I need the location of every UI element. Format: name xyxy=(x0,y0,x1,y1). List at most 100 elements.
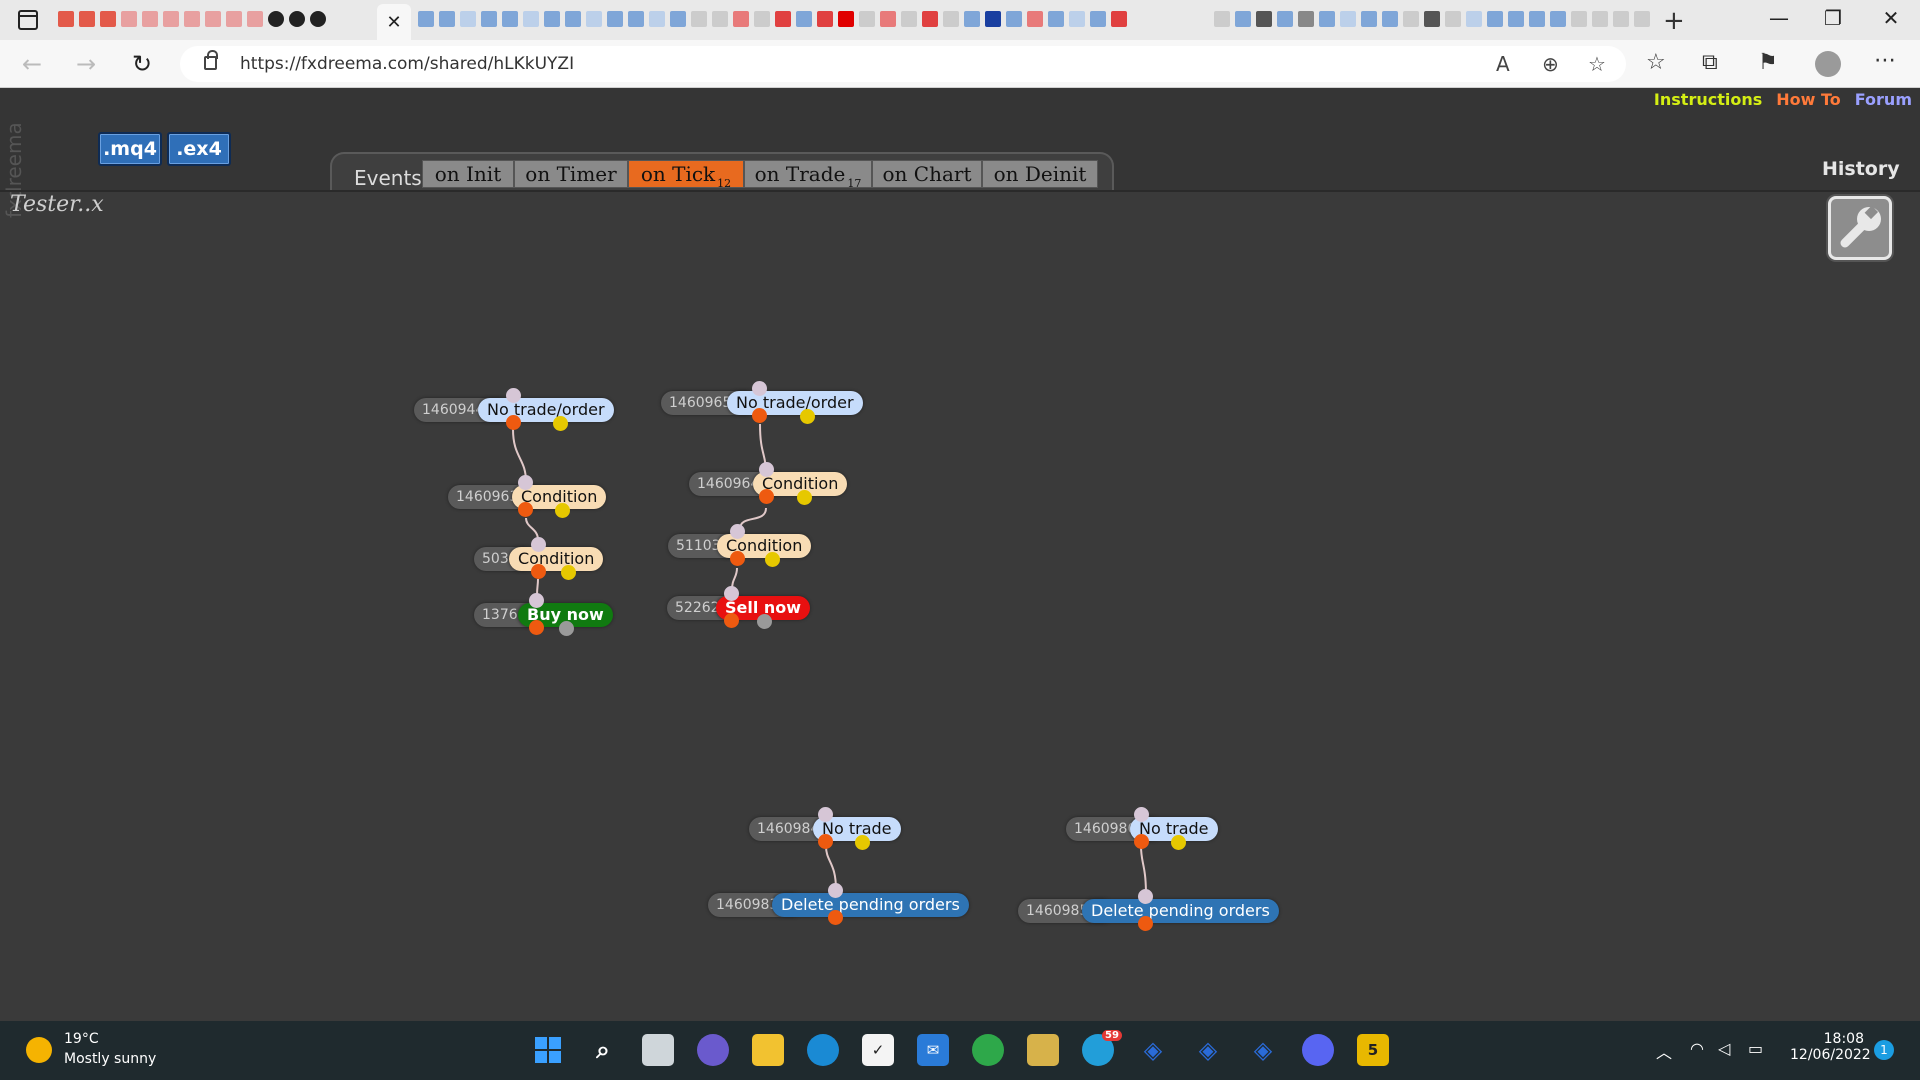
tab-favicon[interactable] xyxy=(710,8,730,30)
output-port-true[interactable] xyxy=(531,564,546,579)
tab-favicon[interactable] xyxy=(1401,8,1421,30)
tab-favicon[interactable] xyxy=(983,8,1003,30)
tab-favicon[interactable] xyxy=(752,8,772,30)
tab-favicon[interactable] xyxy=(161,8,181,30)
output-port-true[interactable] xyxy=(818,834,833,849)
block-1460983[interactable]: 1460983 Delete pending orders xyxy=(708,883,969,925)
output-port-true[interactable] xyxy=(752,408,767,423)
tab-favicon[interactable] xyxy=(203,8,223,30)
url-text[interactable]: https://fxdreema.com/shared/hLKkUYZI xyxy=(240,54,574,74)
app-icon[interactable]: ✓ xyxy=(862,1034,894,1066)
tab-favicon[interactable] xyxy=(584,8,604,30)
mail-icon[interactable]: ✉ xyxy=(917,1034,949,1066)
read-aloud-icon[interactable]: A xyxy=(1496,52,1510,76)
telegram-icon[interactable]: 59 xyxy=(1082,1030,1122,1066)
output-port-true[interactable] xyxy=(506,415,521,430)
tab-favicon[interactable] xyxy=(1527,8,1547,30)
block-1460963[interactable]: 1460963 Condition xyxy=(448,475,608,518)
teams-chat-icon[interactable] xyxy=(697,1034,729,1066)
back-icon[interactable]: ← xyxy=(22,50,42,78)
output-port-false[interactable] xyxy=(561,565,576,580)
output-port-true[interactable] xyxy=(759,489,774,504)
tab-favicon[interactable] xyxy=(1548,8,1568,30)
block-1460984[interactable]: 1460984 No trade xyxy=(749,807,901,850)
output-port[interactable] xyxy=(724,613,739,628)
metatrader-icon[interactable]: 5 xyxy=(1357,1034,1389,1066)
tab-favicon[interactable] xyxy=(77,8,97,30)
input-port[interactable] xyxy=(518,475,533,490)
lock-icon[interactable] xyxy=(204,50,218,70)
zoom-icon[interactable]: ⊕ xyxy=(1542,52,1559,76)
input-port[interactable] xyxy=(1134,807,1149,822)
weather-description[interactable]: Mostly sunny xyxy=(64,1051,156,1067)
tab-favicon[interactable] xyxy=(668,8,688,30)
url-field[interactable]: https://fxdreema.com/shared/hLKkUYZI A ⊕… xyxy=(180,46,1626,82)
output-port-error[interactable] xyxy=(559,621,574,636)
block-1460985[interactable]: 1460985 Delete pending orders xyxy=(1018,889,1279,931)
tab-favicon[interactable] xyxy=(920,8,940,30)
input-port[interactable] xyxy=(724,586,739,601)
extensions-icon[interactable]: ⚑ xyxy=(1758,50,1778,75)
tab-favicon[interactable] xyxy=(689,8,709,30)
tab-favicon[interactable] xyxy=(1233,8,1253,30)
battery-icon[interactable]: ▭ xyxy=(1748,1039,1763,1058)
profile-avatar[interactable] xyxy=(1815,51,1841,77)
refresh-icon[interactable]: ↻ xyxy=(132,50,152,78)
tab-favicon[interactable] xyxy=(98,8,118,30)
tab-favicon[interactable] xyxy=(308,8,328,30)
tab-favicon[interactable] xyxy=(182,8,202,30)
tab-favicon[interactable] xyxy=(1317,8,1337,30)
tab-favicon[interactable] xyxy=(1464,8,1484,30)
collections-icon[interactable]: ⧉ xyxy=(1702,50,1718,75)
output-port[interactable] xyxy=(1138,916,1153,931)
tab-favicon[interactable] xyxy=(731,8,751,30)
input-port[interactable] xyxy=(752,381,767,396)
output-port-false[interactable] xyxy=(765,552,780,567)
vscode-icon[interactable]: ◈ xyxy=(1137,1034,1169,1066)
input-port[interactable] xyxy=(506,388,521,403)
output-port-false[interactable] xyxy=(553,416,568,431)
tab-favicon[interactable] xyxy=(773,8,793,30)
new-tab-icon[interactable]: + xyxy=(1663,6,1685,36)
tray-chevron-icon[interactable]: ︿ xyxy=(1656,1039,1672,1063)
tab-favicon[interactable] xyxy=(224,8,244,30)
clock[interactable]: 18:08 12/06/2022 xyxy=(1790,1031,1871,1063)
tab-favicon[interactable] xyxy=(245,8,265,30)
block-51103[interactable]: 51103 Condition xyxy=(668,524,812,567)
output-port-true[interactable] xyxy=(518,502,533,517)
tab-favicon[interactable] xyxy=(56,8,76,30)
output-port-true[interactable] xyxy=(1134,834,1149,849)
volume-icon[interactable]: ◁ xyxy=(1718,1039,1730,1058)
output-port[interactable] xyxy=(529,620,544,635)
block-503[interactable]: 503 Condition xyxy=(474,537,604,580)
input-port[interactable] xyxy=(828,883,843,898)
restore-icon[interactable]: ❐ xyxy=(1810,6,1856,30)
tab-favicon[interactable] xyxy=(1485,8,1505,30)
tab-actions-icon[interactable] xyxy=(18,10,38,30)
block-52262[interactable]: 52262 Sell now xyxy=(667,586,811,629)
tab-favicon[interactable] xyxy=(521,8,541,30)
tab-favicon[interactable] xyxy=(1109,8,1129,30)
tab-favicon[interactable] xyxy=(605,8,625,30)
input-port[interactable] xyxy=(759,462,774,477)
vscode-icon-2[interactable]: ◈ xyxy=(1192,1034,1224,1066)
tab-favicon[interactable] xyxy=(563,8,583,30)
minimize-icon[interactable]: — xyxy=(1756,6,1802,30)
edge-icon[interactable] xyxy=(807,1034,839,1066)
tab-favicon[interactable] xyxy=(1067,8,1087,30)
tab-favicon[interactable] xyxy=(626,8,646,30)
tab-favicon[interactable] xyxy=(500,8,520,30)
close-tab-icon[interactable]: ✕ xyxy=(386,12,401,33)
wifi-icon[interactable]: ◠ xyxy=(1690,1039,1704,1058)
vscode-icon-3[interactable]: ◈ xyxy=(1247,1034,1279,1066)
tab-favicon[interactable] xyxy=(1212,8,1232,30)
tab-favicon[interactable] xyxy=(1380,8,1400,30)
file-explorer-icon[interactable] xyxy=(752,1034,784,1066)
active-tab[interactable]: ✕ xyxy=(377,4,411,40)
tab-favicon[interactable] xyxy=(1004,8,1024,30)
chrome-icon[interactable] xyxy=(972,1034,1004,1066)
block-1460964[interactable]: 1460964 Condition xyxy=(689,462,848,505)
tab-favicon[interactable] xyxy=(1088,8,1108,30)
output-port-false[interactable] xyxy=(855,835,870,850)
output-port-false[interactable] xyxy=(1171,835,1186,850)
